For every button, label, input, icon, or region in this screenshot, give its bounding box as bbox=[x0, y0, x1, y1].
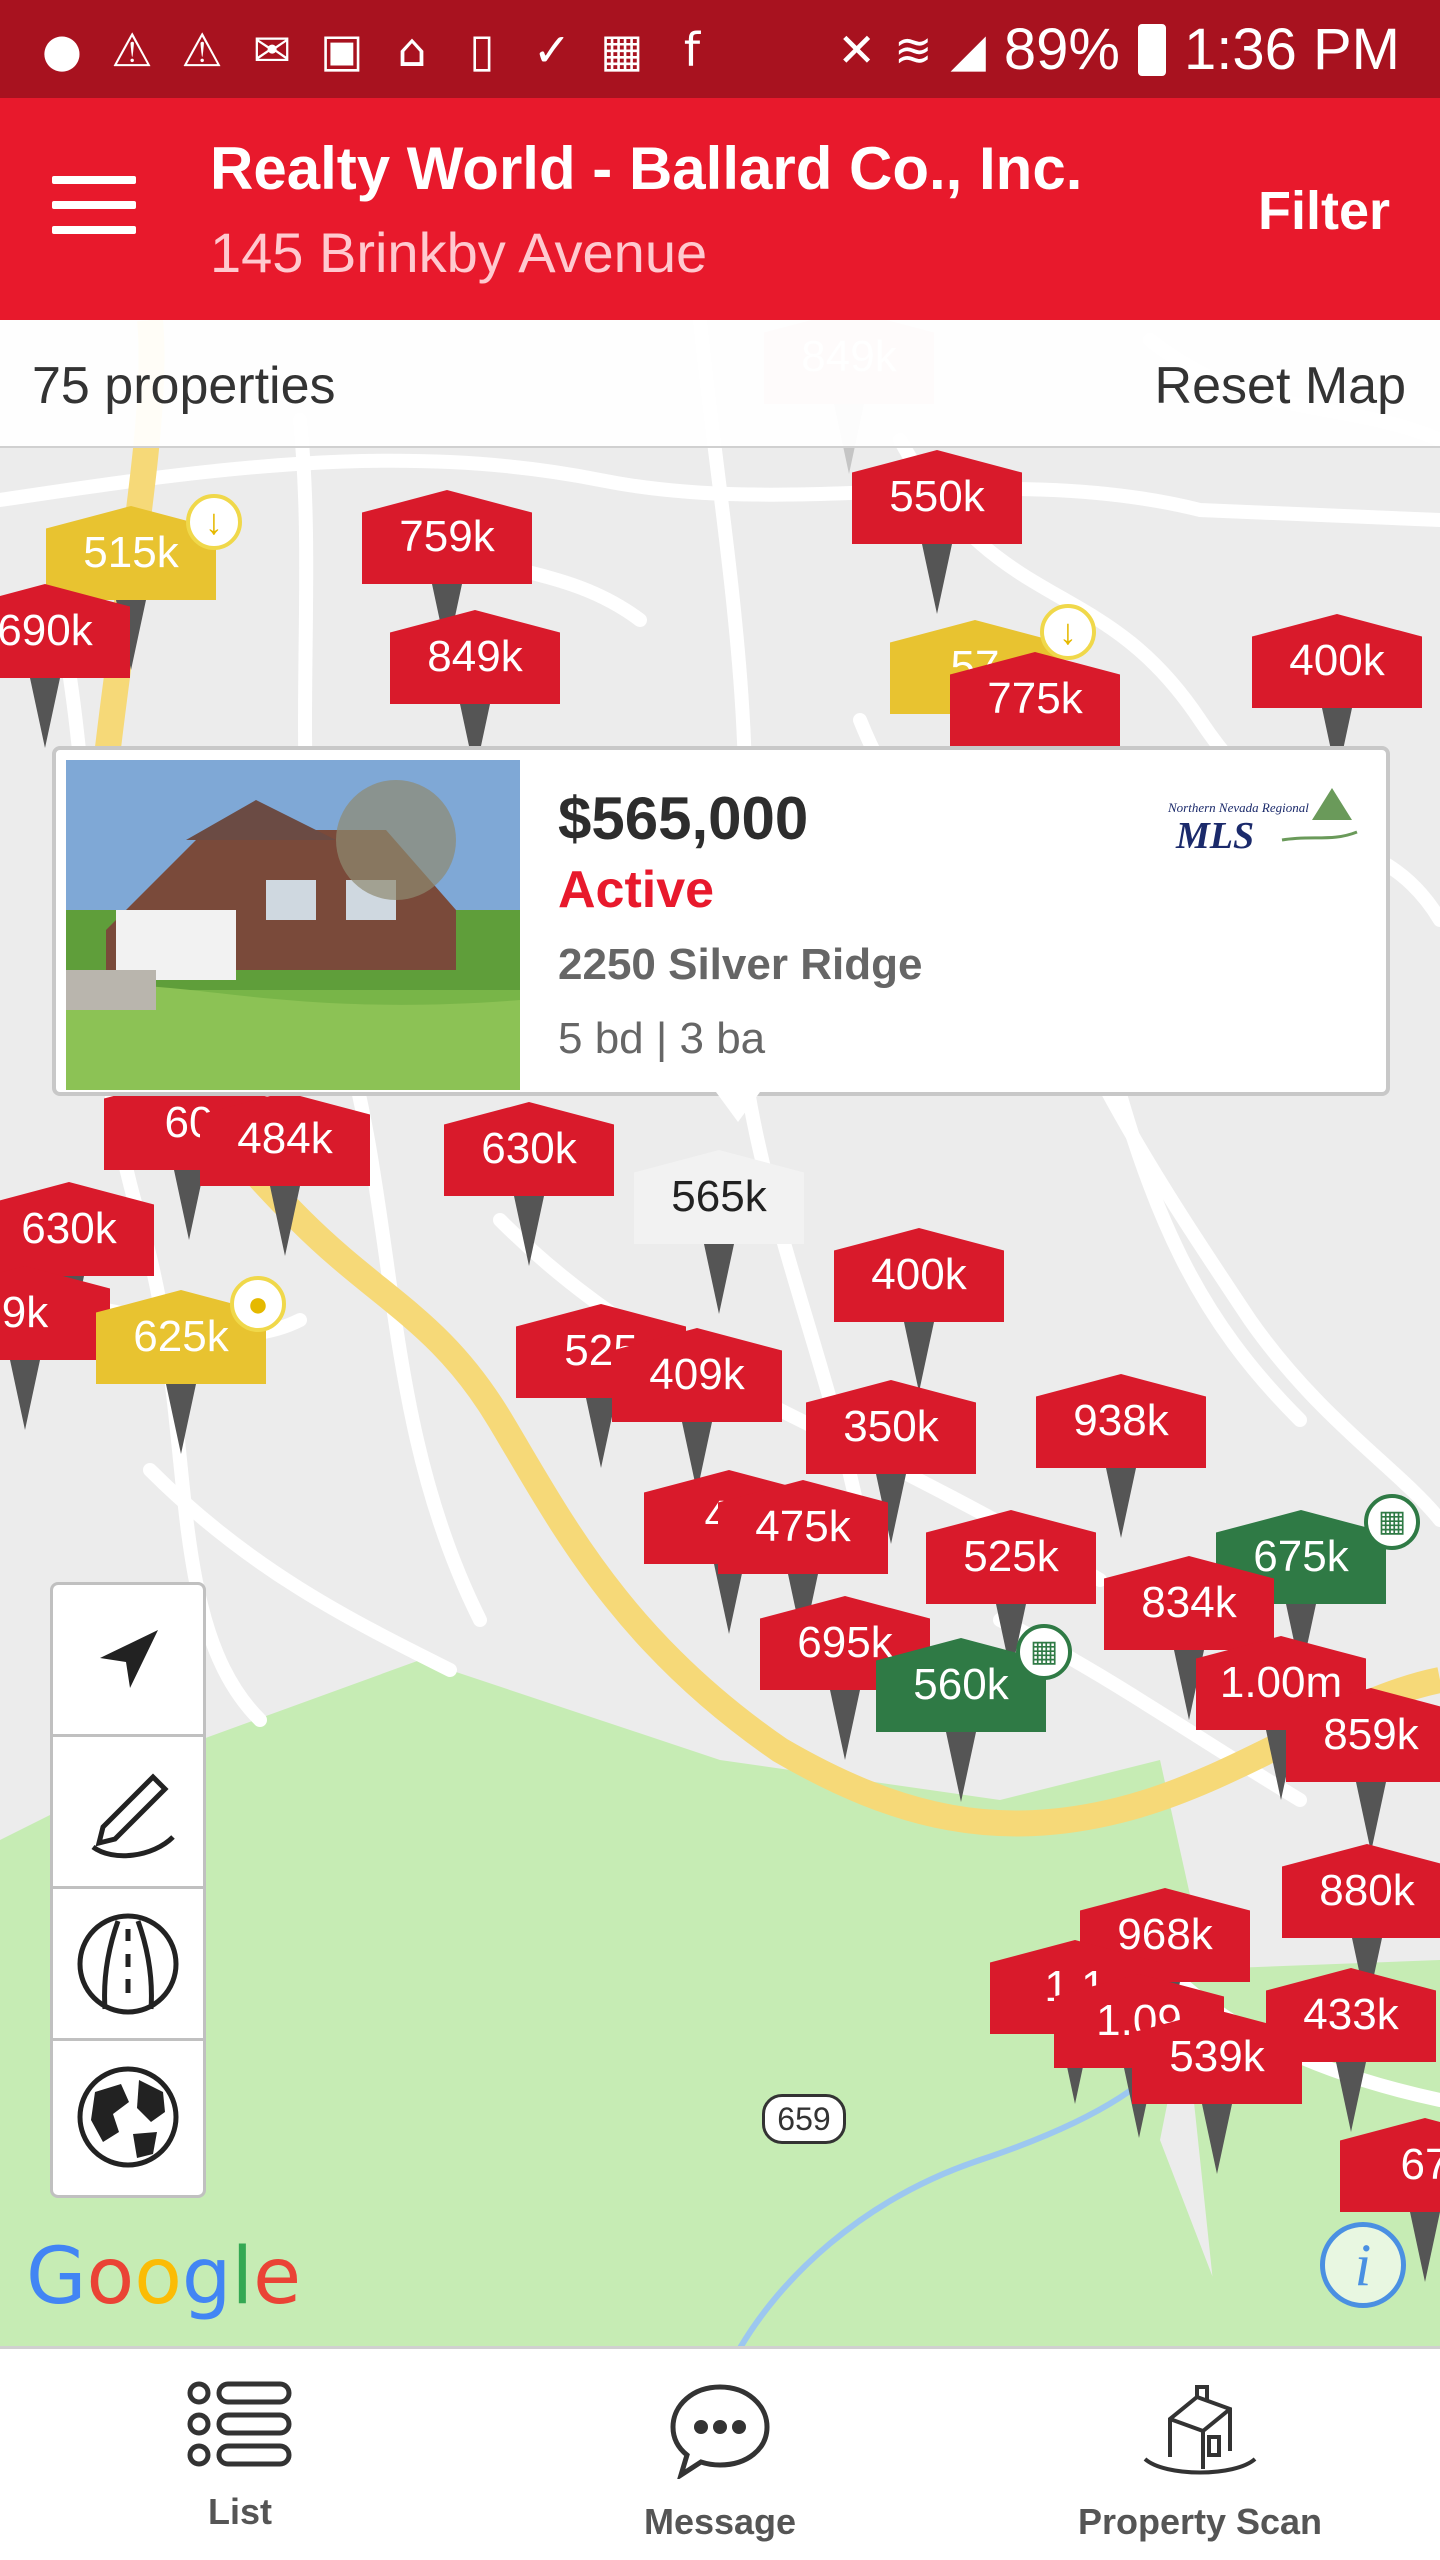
mls-logo: Northern Nevada Regional MLS bbox=[1162, 780, 1362, 860]
pin-label: 400k bbox=[834, 1228, 1004, 1322]
price-pin[interactable]: 433k bbox=[1266, 1968, 1436, 2132]
nav-label: List bbox=[207, 2491, 272, 2532]
list-icon bbox=[187, 2381, 292, 2467]
status-bar: ● ⚠ ⚠ ✉ ▣ ⌂ ▯ ✓ ▦ f ✕ ≋ ◢ 89% 1:36 PM bbox=[0, 0, 1440, 98]
pin-label: 859k bbox=[1286, 1688, 1440, 1782]
price-pin[interactable]: 550k bbox=[852, 450, 1022, 614]
price-pin[interactable]: 859k bbox=[1286, 1688, 1440, 1852]
price-pin[interactable]: 560k ▦ bbox=[876, 1624, 1072, 1802]
filter-button[interactable]: Filter bbox=[1258, 180, 1390, 242]
svg-text:MLS: MLS bbox=[1175, 815, 1254, 857]
info-icon[interactable]: i bbox=[1320, 2222, 1406, 2308]
price-pin[interactable]: 484k bbox=[200, 1092, 370, 1256]
draw-pencil-icon[interactable] bbox=[53, 1737, 203, 1889]
price-pin[interactable]: 400k bbox=[834, 1228, 1004, 1392]
price-pin[interactable]: 690k bbox=[0, 584, 130, 748]
price-drop-icon: ↓ bbox=[186, 494, 242, 550]
open-house-dot-icon: ● bbox=[230, 1276, 286, 1332]
wifi-icon: ≋ bbox=[893, 22, 933, 77]
navigation-arrow-icon[interactable] bbox=[53, 1585, 203, 1737]
nav-label: Message bbox=[643, 2501, 797, 2542]
notification-icons: ● ⚠ ⚠ ✉ ▣ ⌂ ▯ ✓ ▦ f bbox=[34, 22, 720, 78]
pin-label: 400k bbox=[1252, 614, 1422, 708]
selected-price-pin[interactable]: 565k bbox=[634, 1150, 804, 1314]
nav-property-scan[interactable]: Property Scan bbox=[960, 2349, 1440, 2560]
price-pin[interactable]: 9k bbox=[0, 1266, 110, 1430]
mute-icon: ✕ bbox=[837, 22, 876, 77]
pin-label: 525k bbox=[926, 1510, 1096, 1604]
message-icon bbox=[670, 2384, 770, 2479]
hamburger-menu-icon[interactable] bbox=[52, 176, 136, 242]
listing-price: $565,000 bbox=[558, 785, 809, 852]
reset-map-button[interactable]: Reset Map bbox=[1155, 356, 1406, 416]
route-659-sign: 659 bbox=[762, 2094, 846, 2144]
warning-icon: ⚠ bbox=[181, 23, 223, 77]
battery-percent: 89% bbox=[1003, 17, 1120, 82]
app-title: Realty World - Ballard Co., Inc. bbox=[210, 135, 1083, 202]
listing-details: 5 bd | 3 ba bbox=[558, 1014, 766, 1063]
pin-label: 849k bbox=[390, 610, 560, 704]
globe-icon[interactable] bbox=[53, 2041, 203, 2193]
system-indicators: ✕ ≋ ◢ 89% 1:36 PM bbox=[837, 16, 1400, 83]
image-icon: ▣ bbox=[320, 23, 364, 77]
listing-status: Active bbox=[558, 861, 715, 919]
check-icon: ✓ bbox=[532, 23, 572, 77]
bottom-navigation: List Message Property Scan bbox=[0, 2346, 1440, 2560]
pin-label: 938k bbox=[1036, 1374, 1206, 1468]
pin-label: 484k bbox=[200, 1092, 370, 1186]
listing-popup-card[interactable]: $565,000 Active 2250 Silver Ridge 5 bd |… bbox=[52, 746, 1390, 1122]
calendar-icon: ▦ bbox=[1016, 1624, 1072, 1680]
listing-address: 2250 Silver Ridge bbox=[558, 940, 923, 989]
nav-list[interactable]: List bbox=[0, 2349, 480, 2560]
pin-label: 630k bbox=[0, 1182, 154, 1276]
pin-label: 775k bbox=[950, 652, 1120, 746]
email-icon: ✉ bbox=[252, 23, 292, 77]
map-view[interactable]: 659 849k 550k 759k 515k↓ 690k 849k 57↓ 7… bbox=[0, 320, 1440, 2348]
pin-label: 350k bbox=[806, 1380, 976, 1474]
keyboard-icon: ▦ bbox=[600, 23, 644, 77]
tablet-icon: ▯ bbox=[469, 23, 495, 77]
properties-bar: 75 properties Reset Map bbox=[0, 320, 1440, 448]
clock: 1:36 PM bbox=[1184, 17, 1400, 82]
pin-label: 67 bbox=[1340, 2118, 1440, 2212]
pin-label: 409k bbox=[612, 1328, 782, 1422]
nav-label: Property Scan bbox=[1077, 2501, 1323, 2542]
pin-label: 9k bbox=[0, 1266, 110, 1360]
pin-label: 565k bbox=[634, 1150, 804, 1244]
nav-message[interactable]: Message bbox=[480, 2349, 960, 2560]
pin-label: 880k bbox=[1282, 1844, 1440, 1938]
property-scan-icon bbox=[1143, 2385, 1257, 2475]
listing-photo bbox=[66, 760, 520, 1090]
firefox-icon: ● bbox=[41, 23, 83, 77]
pin-label: 690k bbox=[0, 584, 130, 678]
calendar-icon: ▦ bbox=[1364, 1494, 1420, 1550]
svg-text:Northern Nevada Regional: Northern Nevada Regional bbox=[1167, 800, 1309, 815]
signal-icon: ◢ bbox=[950, 22, 986, 77]
price-pin[interactable]: 409k bbox=[612, 1328, 782, 1492]
map-controls bbox=[50, 1582, 206, 2198]
pin-label: 630k bbox=[444, 1102, 614, 1196]
app-subtitle: 145 Brinkby Avenue bbox=[210, 221, 708, 284]
price-pin[interactable]: 630k bbox=[444, 1102, 614, 1266]
battery-icon bbox=[1138, 23, 1166, 76]
pin-label: 475k bbox=[718, 1480, 888, 1574]
pin-label: 550k bbox=[852, 450, 1022, 544]
pin-label: 433k bbox=[1266, 1968, 1436, 2062]
app-bar: Realty World - Ballard Co., Inc. 145 Bri… bbox=[0, 98, 1440, 320]
pin-label: 759k bbox=[362, 490, 532, 584]
google-logo: Google bbox=[26, 2232, 302, 2322]
properties-count: 75 properties bbox=[32, 357, 336, 415]
road-icon[interactable] bbox=[53, 1889, 203, 2041]
home-icon: ⌂ bbox=[397, 23, 427, 77]
facebook-icon: f bbox=[683, 23, 701, 77]
price-pin[interactable]: 625k ● bbox=[96, 1276, 286, 1454]
warning-icon: ⚠ bbox=[111, 23, 153, 77]
